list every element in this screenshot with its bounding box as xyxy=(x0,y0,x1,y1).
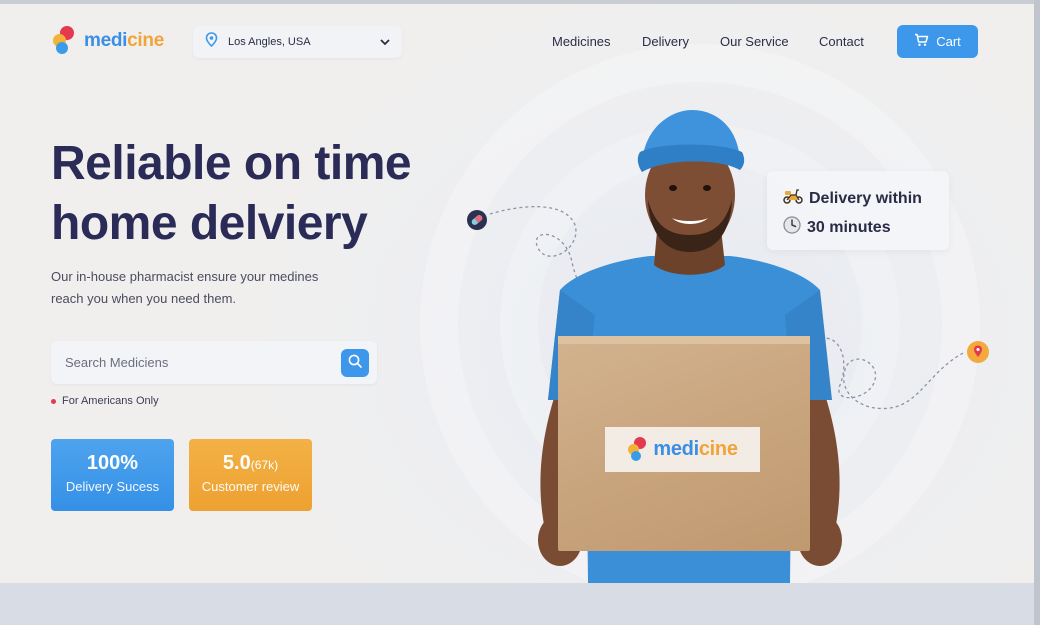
red-dot-icon xyxy=(51,398,56,404)
subtext-line-2: reach you when you need them. xyxy=(51,291,237,306)
cart-label: Cart xyxy=(936,34,961,49)
headline-line-1: Reliable on time xyxy=(51,137,412,190)
brand-name: medicine xyxy=(84,30,164,52)
stat-customer-review: 5.0(67k) Customer review xyxy=(189,439,312,511)
box-logo-label: medicine xyxy=(605,427,760,472)
hero-subtext: Our in-house pharmacist ensure your medi… xyxy=(51,266,361,310)
nav-delivery[interactable]: Delivery xyxy=(642,34,689,49)
location-value: Los Angles, USA xyxy=(228,36,311,48)
map-pin-icon xyxy=(966,340,990,369)
chevron-down-icon xyxy=(380,33,390,51)
delivery-card-line-2: 30 minutes xyxy=(783,213,949,242)
brand-logo[interactable]: medicine xyxy=(52,26,164,56)
scooter-icon xyxy=(783,188,803,209)
delivery-time-card: Delivery within 30 minutes xyxy=(767,171,949,250)
stat-review-value: 5.0 xyxy=(222,452,251,474)
delivery-card-text-2: 30 minutes xyxy=(807,218,891,236)
logo-mark-icon xyxy=(52,26,78,56)
location-pin-icon xyxy=(205,32,218,52)
box-logo-mark-icon xyxy=(627,436,649,463)
availability-note: For Americans Only xyxy=(51,395,159,407)
nav-contact[interactable]: Contact xyxy=(819,34,864,49)
stat-delivery-success: 100% Delivery Sucess xyxy=(51,439,174,511)
stat-review-count: (67k) xyxy=(250,458,279,472)
cart-button[interactable]: Cart xyxy=(897,25,978,58)
hero-headline: Reliable on time home delviery xyxy=(51,134,481,254)
clock-icon xyxy=(783,216,801,239)
location-selector[interactable]: Los Angles, USA xyxy=(193,26,402,58)
search-icon xyxy=(348,354,362,373)
search-button[interactable] xyxy=(341,349,369,377)
box-brand-name: medicine xyxy=(653,438,738,461)
stat-review-value-wrap: 5.0(67k) xyxy=(189,452,312,475)
stat-review-label: Customer review xyxy=(201,479,300,494)
cart-icon xyxy=(914,33,929,50)
subtext-line-1: Our in-house pharmacist ensure your medi… xyxy=(51,269,319,284)
nav-our-service[interactable]: Our Service xyxy=(720,34,789,49)
box-flap xyxy=(558,336,810,344)
delivery-card-line-1: Delivery within xyxy=(783,184,949,213)
brand-name-part1: medi xyxy=(84,30,128,51)
box-brand-part1: medi xyxy=(653,438,699,460)
box-brand-part2: cine xyxy=(698,438,738,460)
stat-delivery-value: 100% xyxy=(86,452,139,474)
nav-medicines[interactable]: Medicines xyxy=(552,34,611,49)
delivery-card-text-1: Delivery within xyxy=(809,189,922,207)
stat-delivery-label: Delivery Sucess xyxy=(65,479,160,494)
pill-icon xyxy=(466,209,488,236)
note-text: For Americans Only xyxy=(62,395,159,407)
brand-name-part2: cine xyxy=(127,30,164,51)
delivery-box: medicine xyxy=(558,336,810,551)
search-bar xyxy=(51,341,377,384)
headline-line-2: home delviery xyxy=(51,197,368,250)
search-input[interactable] xyxy=(51,341,331,384)
